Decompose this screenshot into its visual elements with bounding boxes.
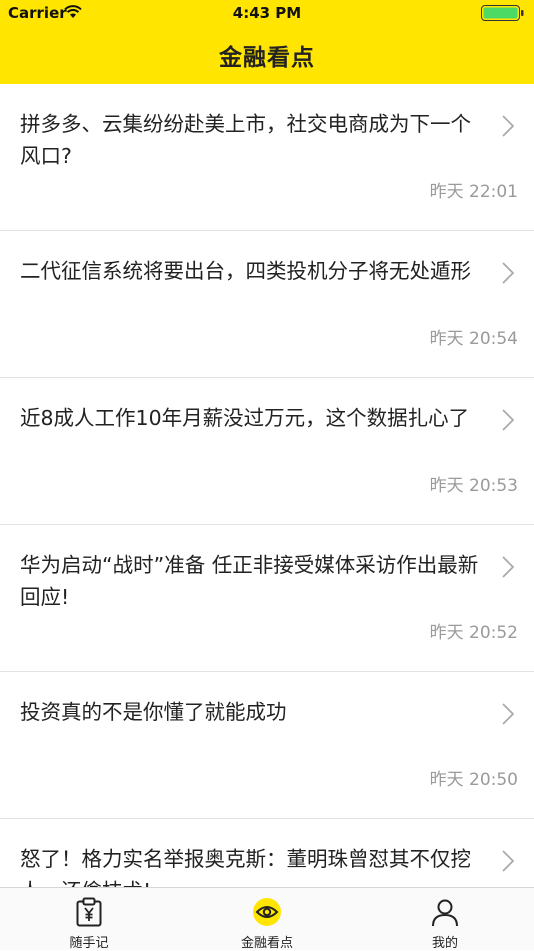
status-bar: Carrier 4:43 PM [0,0,534,26]
chevron-right-icon [502,850,514,872]
article-title: 投资真的不是你懂了就能成功 [20,700,287,724]
tab-profile[interactable]: 我的 [356,888,534,951]
chevron-right-icon [502,115,514,137]
article-title: 怒了！格力实名举报奥克斯：董明珠曾怼其不仅挖人，还偷技术! [20,847,471,887]
article-title: 拼多多、云集纷纷赴美上市，社交电商成为下一个风口? [20,112,471,168]
tab-finance[interactable]: 金融看点 [178,888,356,951]
tab-notes[interactable]: 随手记 [0,888,178,951]
list-item[interactable]: 拼多多、云集纷纷赴美上市，社交电商成为下一个风口? 昨天 22:01 [0,84,534,231]
eye-icon [253,898,281,926]
article-time: 昨天 20:50 [429,770,518,790]
article-time: 昨天 20:53 [429,476,518,496]
tab-label: 金融看点 [240,936,293,951]
article-time: 昨天 20:54 [429,329,518,349]
page-title: 金融看点 [219,45,315,71]
tab-label: 随手记 [69,936,109,951]
chevron-right-icon [502,556,514,578]
status-time: 4:43 PM [232,4,302,22]
tab-label: 我的 [431,936,458,951]
list-item[interactable]: 二代征信系统将要出台，四类投机分子将无处遁形 昨天 20:54 [0,231,534,378]
list-item[interactable]: 近8成人工作10年月薪没过万元，这个数据扎心了 昨天 20:53 [0,378,534,525]
list-item[interactable]: 怒了！格力实名举报奥克斯：董明珠曾怼其不仅挖人，还偷技术! [0,819,534,887]
list-item[interactable]: 投资真的不是你懂了就能成功 昨天 20:50 [0,672,534,819]
article-title: 华为启动“战时”准备 任正非接受媒体采访作出最新回应! [20,553,479,609]
clipboard-yen-icon [76,897,102,927]
article-title: 二代征信系统将要出台，四类投机分子将无处遁形 [20,259,471,283]
article-time: 昨天 20:52 [429,623,518,643]
chevron-right-icon [502,703,514,725]
article-title: 近8成人工作10年月薪没过万元，这个数据扎心了 [20,406,470,430]
chevron-right-icon [502,262,514,284]
article-time: 昨天 22:01 [429,182,518,202]
list-item[interactable]: 华为启动“战时”准备 任正非接受媒体采访作出最新回应! 昨天 20:52 [0,525,534,672]
battery-icon [481,5,524,21]
nav-bar: 金融看点 [0,26,534,84]
user-icon [432,899,458,927]
tab-bar: 随手记 金融看点 我的 [0,887,534,951]
article-list[interactable]: 拼多多、云集纷纷赴美上市，社交电商成为下一个风口? 昨天 22:01 二代征信系… [0,84,534,887]
chevron-right-icon [502,409,514,431]
